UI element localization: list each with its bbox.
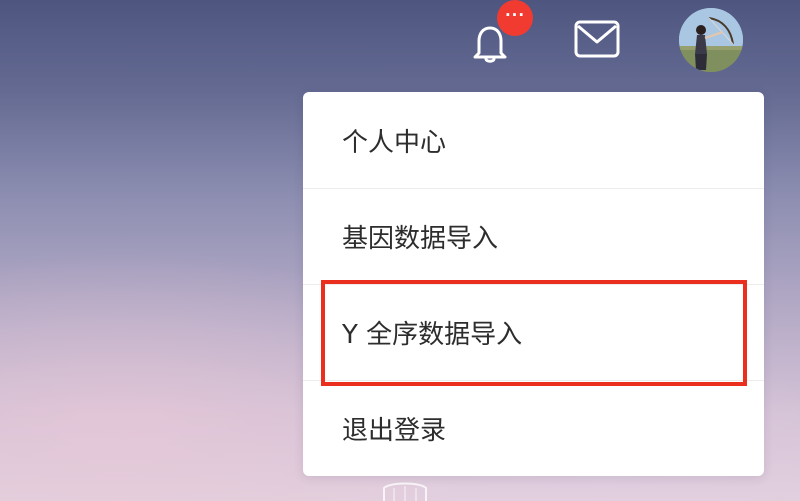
menu-item-label: 基因数据导入 [342, 224, 499, 254]
background-decoration [383, 482, 427, 501]
top-bar: ··· [0, 0, 800, 80]
user-dropdown-menu: 个人中心 基因数据导入 Y 全序数据导入 退出登录 [303, 92, 764, 476]
menu-item-label: Y 全序数据导入 [342, 320, 523, 350]
menu-item-gene-data-import[interactable]: 基因数据导入 [303, 188, 764, 284]
menu-item-logout[interactable]: 退出登录 [303, 380, 764, 476]
menu-item-y-sequence-import[interactable]: Y 全序数据导入 [303, 284, 764, 380]
notification-button[interactable]: ··· [462, 0, 533, 68]
menu-item-label: 退出登录 [342, 416, 447, 446]
user-avatar[interactable] [679, 8, 743, 72]
mail-button[interactable] [570, 18, 624, 62]
menu-item-label: 个人中心 [342, 127, 447, 158]
notification-badge: ··· [497, 0, 533, 36]
mail-icon [574, 20, 620, 58]
avatar-photo [679, 8, 743, 72]
menu-item-personal-center[interactable]: 个人中心 [303, 92, 764, 188]
